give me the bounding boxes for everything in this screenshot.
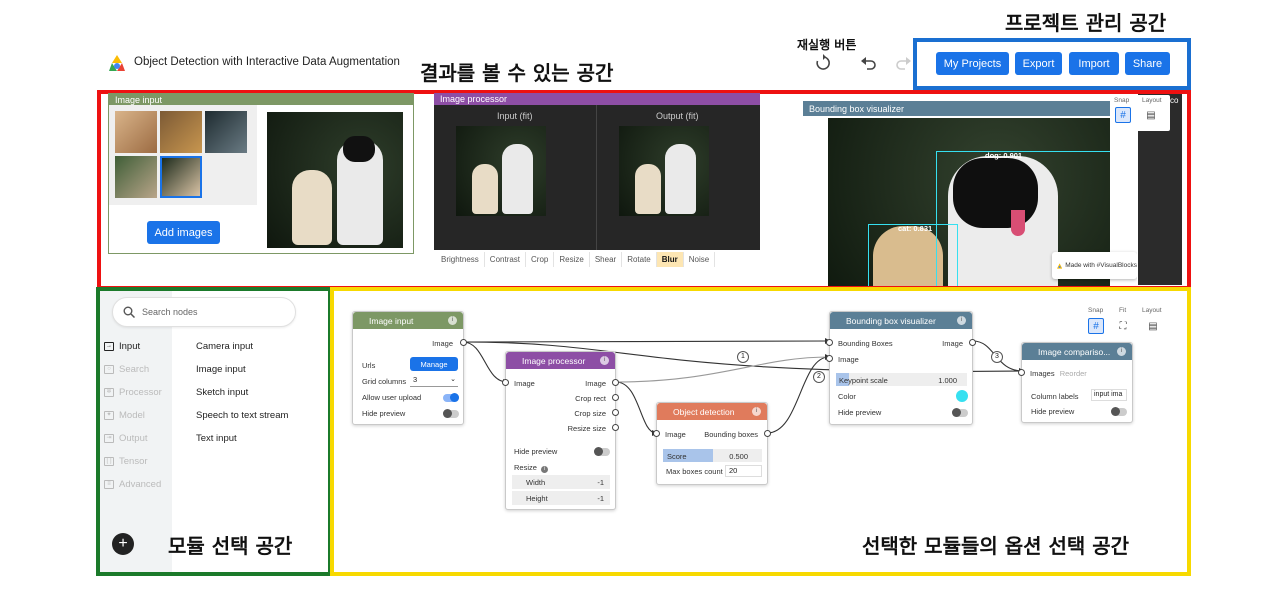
input-image-port[interactable] [502, 379, 509, 386]
app-root: Object Detection with Interactive Data A… [0, 0, 1280, 615]
output-crop-rect-port[interactable] [612, 394, 619, 401]
edge-badge-3: 3 [991, 351, 1003, 363]
input-images-label: Images Reorder [1030, 369, 1087, 378]
node-image-comparison-title: Image compariso... [1038, 346, 1111, 357]
output-crop-size-label: Crop size [574, 409, 606, 418]
output-image-label: Image [585, 379, 606, 388]
color-label: Color [838, 392, 856, 401]
hide-preview-label: Hide preview [514, 447, 558, 456]
width-value: -1 [597, 478, 604, 487]
edge-badge-1: 1 [737, 351, 749, 363]
score-label: Score [667, 452, 687, 461]
allow-upload-toggle[interactable] [443, 393, 459, 402]
node-object-detection[interactable]: Object detection i Image Bounding boxes … [653, 402, 771, 485]
output-crop-rect-label: Crop rect [575, 394, 606, 403]
hide-preview-toggle[interactable] [594, 447, 610, 456]
grid-columns-label: Grid columns [362, 377, 407, 386]
hide-preview-toggle[interactable] [1111, 407, 1127, 416]
node-object-detection-header[interactable]: Object detection i [657, 403, 767, 420]
column-labels-input[interactable]: input ima [1091, 389, 1127, 401]
height-value: -1 [597, 494, 604, 503]
width-row[interactable]: Width -1 [512, 475, 610, 489]
edge-badge-2: 2 [813, 371, 825, 383]
column-labels-label: Column labels [1031, 392, 1079, 401]
node-image-processor[interactable]: Image processor i Image Image Crop rect … [502, 351, 619, 510]
resize-label-text: Resize [514, 463, 537, 472]
output-crop-size-port[interactable] [612, 409, 619, 416]
keypoint-scale-label: Keypoint scale [839, 376, 888, 385]
hide-preview-label: Hide preview [838, 408, 882, 417]
hide-preview-label: Hide preview [362, 409, 406, 418]
keypoint-scale-value: 1.000 [938, 376, 957, 385]
output-image-port[interactable] [460, 339, 467, 346]
input-image-label: Image [514, 379, 535, 388]
chevron-down-icon: ⌄ [450, 376, 456, 383]
color-swatch[interactable] [956, 390, 968, 402]
input-boxes-label: Bounding Boxes [838, 339, 893, 348]
input-boxes-port[interactable] [826, 339, 833, 346]
node-image-input-header[interactable]: Image input i [353, 312, 463, 329]
grid-columns-select[interactable]: 3 ⌄ [410, 374, 458, 387]
node-image-comparison-header[interactable]: Image compariso... i [1022, 343, 1132, 360]
node-edges [462, 338, 1025, 436]
node-image-processor-header[interactable]: Image processor i [506, 352, 615, 369]
input-image-label: Image [838, 355, 859, 364]
hide-preview-toggle[interactable] [443, 409, 459, 418]
input-images-text: Images [1030, 369, 1055, 378]
info-icon[interactable]: i [752, 407, 761, 416]
output-image-port[interactable] [969, 339, 976, 346]
height-row[interactable]: Height -1 [512, 491, 610, 505]
score-value: 0.500 [729, 452, 748, 461]
node-bbox-visualizer-header[interactable]: Bounding box visualizer i [830, 312, 972, 329]
input-image-label: Image [665, 430, 686, 439]
urls-label: Urls [362, 361, 376, 370]
output-image-label: Image [942, 339, 963, 348]
output-resize-size-port[interactable] [612, 424, 619, 431]
hide-preview-toggle[interactable] [952, 408, 968, 417]
info-icon[interactable]: i [1117, 347, 1126, 356]
reorder-link[interactable]: Reorder [1060, 369, 1087, 378]
info-icon[interactable]: i [957, 316, 966, 325]
node-image-input-title: Image input [369, 315, 414, 326]
node-image-comparison[interactable]: Image compariso... i Images Reorder Colu… [1018, 342, 1133, 423]
width-label: Width [526, 478, 546, 487]
column-labels-value: input ima [1094, 391, 1123, 398]
output-image-port[interactable] [612, 379, 619, 386]
input-image-port[interactable] [653, 430, 660, 437]
output-resize-size-label: Resize size [567, 424, 606, 433]
max-boxes-label: Max boxes count [666, 467, 723, 476]
node-bbox-visualizer-title: Bounding box visualizer [846, 315, 936, 326]
output-boxes-label: Bounding boxes [704, 430, 758, 439]
node-object-detection-title: Object detection [673, 406, 735, 417]
manage-button[interactable]: Manage [410, 357, 458, 371]
resize-label: Resize i [514, 463, 549, 473]
node-image-processor-title: Image processor [522, 355, 586, 366]
max-boxes-input[interactable]: 20 [725, 465, 762, 477]
input-images-port[interactable] [1018, 369, 1025, 376]
output-boxes-port[interactable] [764, 430, 771, 437]
max-boxes-value: 20 [729, 466, 738, 475]
info-icon[interactable]: i [448, 316, 457, 325]
node-bbox-visualizer[interactable]: Bounding box visualizer i Bounding Boxes… [826, 311, 976, 425]
hide-preview-label: Hide preview [1031, 407, 1075, 416]
annotation-options-area: 선택한 모듈들의 옵션 선택 공간 [862, 534, 1130, 558]
height-label: Height [526, 494, 548, 503]
grid-columns-value: 3 [413, 375, 418, 384]
keypoint-scale-slider[interactable]: Keypoint scale 1.000 [836, 373, 967, 386]
info-icon: i [541, 466, 549, 473]
score-slider[interactable]: Score 0.500 [663, 449, 762, 462]
output-image-label: Image [432, 339, 453, 348]
node-image-input[interactable]: Image input i Image Urls Manage Grid col… [352, 311, 467, 425]
input-image-port[interactable] [826, 355, 833, 362]
info-icon[interactable]: i [600, 356, 609, 365]
allow-upload-label: Allow user upload [362, 393, 422, 402]
